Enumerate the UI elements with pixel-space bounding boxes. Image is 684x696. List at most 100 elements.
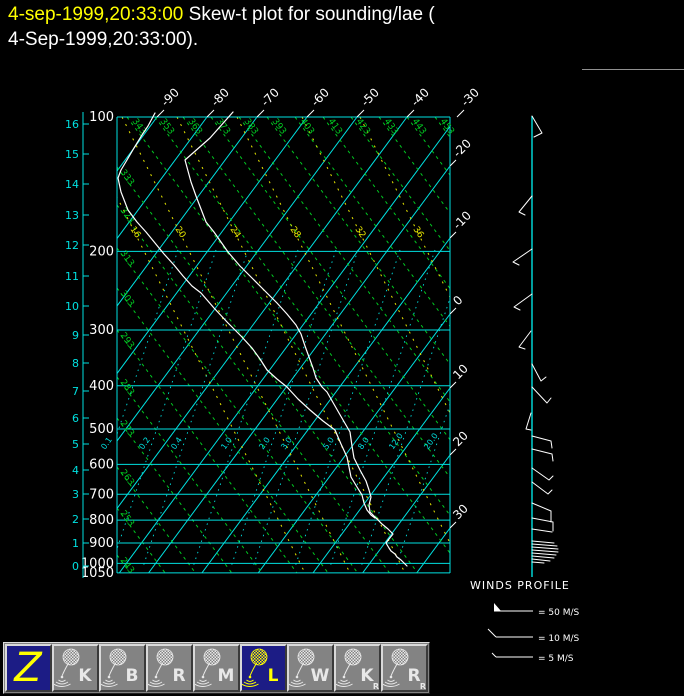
balloon-string: [155, 663, 163, 677]
station-letter: R: [172, 666, 185, 686]
balloon-icon: [62, 648, 80, 666]
dry-adiabat-label: 263: [118, 468, 136, 488]
dry-adiabat-label: 453: [438, 117, 456, 137]
moist-adiabat-label: 24: [228, 225, 243, 240]
dry-adiabat-label: 283: [118, 378, 136, 398]
radiosonde-balloon-icon: RR: [383, 648, 426, 690]
moist-adiabat-label: 36: [411, 225, 426, 240]
dry-adiabat-label: 433: [382, 117, 400, 137]
dry-adiabat-label: 423: [354, 117, 372, 137]
toolbar-button-b[interactable]: B: [99, 644, 146, 692]
pressure-label: 300: [89, 323, 114, 338]
station-toolbar: ZKBRMLWKRRR: [3, 642, 430, 694]
balloon-icon: [344, 648, 362, 666]
mixing-ratio-label: 5.0: [321, 436, 336, 452]
winds-legend-label: = 50 M/S: [538, 608, 580, 618]
wind-barb: [531, 363, 547, 382]
wind-barb: [531, 561, 545, 564]
toolbar-button-zebra-logo[interactable]: Z: [5, 644, 52, 692]
mixing-ratio-line: [230, 249, 337, 568]
isotherm-right-label: -20: [450, 136, 474, 160]
sound-wave-arc: [149, 681, 163, 685]
mixing-ratio-line: [395, 402, 450, 568]
radiosonde-balloon-icon: B: [101, 648, 138, 687]
moist-adiabat-line: [176, 117, 406, 573]
moist-adiabat-line: [236, 117, 450, 545]
toolbar-button-w[interactable]: W: [287, 644, 334, 692]
wind-barb: [531, 502, 552, 523]
dry-adiabat-label: 413: [326, 117, 344, 137]
dry-adiabat-label: 393: [270, 117, 288, 137]
isotherm-tick: [356, 109, 365, 118]
mixing-ratio-line: [294, 249, 401, 568]
toolbar-button-k[interactable]: K: [52, 644, 99, 692]
balloon-string: [390, 663, 398, 677]
isotherm-top-label: -70: [258, 85, 282, 109]
balloon-string: [108, 663, 116, 677]
winds-legend-title: WINDS PROFILE: [470, 579, 570, 592]
balloon-string: [61, 663, 69, 677]
dry-adiabat-line: [322, 117, 450, 290]
wind-barb: [531, 386, 552, 404]
balloon-icon: [109, 648, 127, 666]
isotherm-line: [117, 117, 208, 240]
height-label: 10: [65, 300, 79, 313]
app-window: 4-sep-1999,20:33:00 Skew-t plot for soun…: [0, 0, 684, 696]
isotherm-line: [117, 117, 158, 172]
height-label: 9: [72, 329, 79, 342]
balloon-knot: [154, 675, 158, 679]
station-letter-subscript: R: [373, 682, 379, 690]
balloon-icon: [391, 648, 409, 666]
sound-wave-arc: [58, 679, 66, 682]
height-label: 4: [72, 464, 79, 477]
height-label: 12: [65, 239, 79, 252]
isotherm-tick: [156, 109, 165, 118]
station-letter: K: [78, 666, 92, 686]
isotherm-tick: [449, 381, 457, 389]
legend-flag-icon: [494, 603, 501, 611]
isotherm-top-label: -50: [358, 85, 382, 109]
balloon-string: [343, 663, 351, 677]
wind-barb: [512, 248, 533, 266]
isotherm-tick: [449, 448, 457, 456]
toolbar-button-m[interactable]: M: [193, 644, 240, 692]
sound-wave-arc: [196, 681, 210, 685]
height-label: 1: [72, 537, 79, 550]
height-label: 7: [72, 385, 79, 398]
legend-barb-icon: [487, 628, 497, 638]
isotherm-line: [117, 117, 408, 510]
isotherm-tick: [256, 109, 265, 118]
mixing-ratio-label: 0.4: [169, 436, 184, 452]
dry-adiabat-line: [434, 117, 450, 139]
moist-adiabat-label: 32: [353, 225, 368, 240]
wind-barb: [531, 481, 553, 495]
dry-adiabat-line: [117, 247, 359, 573]
balloon-knot: [201, 675, 205, 679]
height-label: 8: [72, 357, 79, 370]
mixing-ratio-label: 2.0: [257, 436, 272, 452]
pressure-label: 400: [89, 379, 114, 394]
dry-adiabat-line: [238, 117, 450, 403]
wind-barb: [531, 555, 555, 559]
isotherm-right-label: 0: [450, 293, 465, 308]
toolbar-button-k-r[interactable]: KR: [334, 644, 381, 692]
isotherm-tick: [449, 159, 457, 167]
isotherm-top-label: -80: [208, 85, 232, 109]
dry-adiabat-line: [294, 117, 450, 328]
toolbar-button-r[interactable]: R: [146, 644, 193, 692]
toolbar-button-r-r[interactable]: RR: [381, 644, 428, 692]
dry-adiabat-label: 303: [118, 289, 136, 309]
dry-adiabat-line: [126, 117, 450, 554]
balloon-knot: [295, 675, 299, 679]
balloon-knot: [60, 675, 64, 679]
pressure-label: 900: [89, 536, 114, 551]
zebra-logo-icon: Z: [13, 646, 43, 690]
sound-wave-arc: [152, 679, 160, 682]
moist-adiabat-label: 28: [288, 225, 303, 240]
wind-barb: [531, 543, 558, 547]
sound-wave-arc: [384, 681, 398, 685]
toolbar-button-l[interactable]: L: [240, 644, 287, 692]
pressure-label: 600: [89, 457, 114, 472]
sound-wave-arc: [340, 679, 348, 682]
balloon-icon: [297, 648, 315, 666]
